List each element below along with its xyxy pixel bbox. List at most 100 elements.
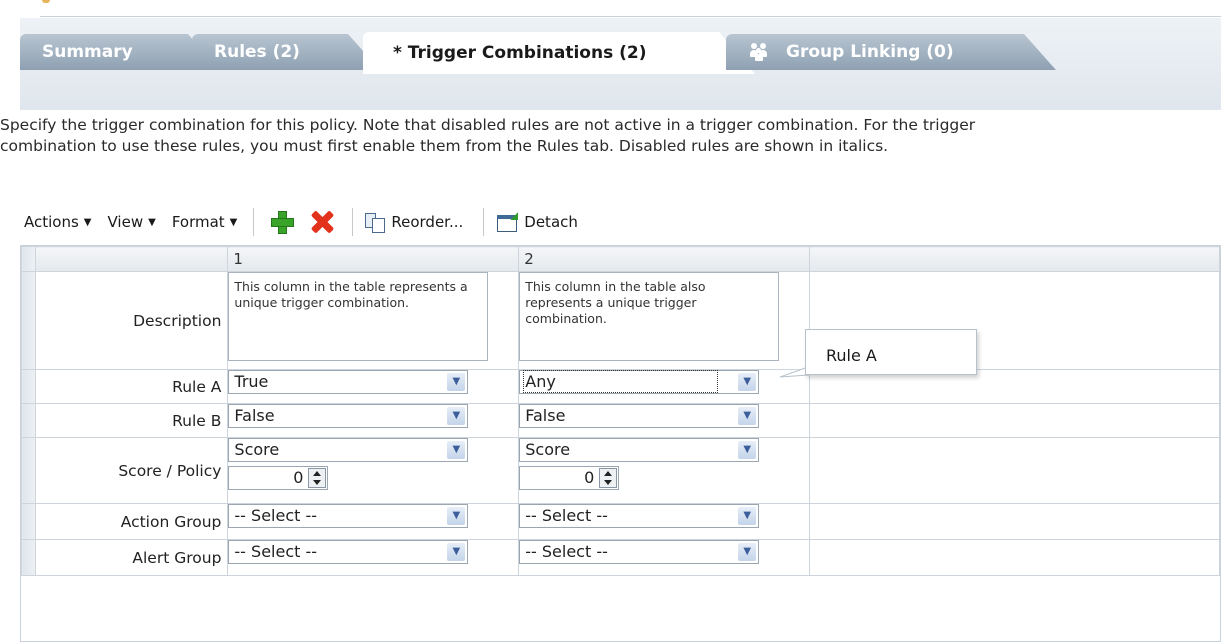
tooltip-text: Rule A bbox=[826, 346, 877, 365]
cell-rule-b-1: False ▼ bbox=[227, 403, 520, 438]
score-stepper-1[interactable]: 0 bbox=[228, 466, 329, 490]
delete-icon[interactable] bbox=[310, 210, 334, 234]
instructions: Specify the trigger combination for this… bbox=[0, 115, 1221, 157]
chevron-down-icon: ▼ bbox=[447, 407, 466, 425]
toolbar-separator bbox=[352, 208, 354, 236]
table-row-alert-group: Alert Group -- Select -- ▼ -- Select -- … bbox=[21, 539, 1220, 576]
trigger-combinations-table: 1 2 Description This column in the table… bbox=[20, 245, 1221, 642]
cell-alert-group-1: -- Select -- ▼ bbox=[227, 539, 520, 576]
view-menu[interactable]: View ▼ bbox=[108, 213, 156, 231]
chevron-down-icon: ▼ bbox=[447, 543, 466, 561]
toolbar-separator bbox=[253, 208, 255, 236]
cell-score-2: Score ▼ 0 bbox=[518, 437, 811, 504]
chevron-down-icon: ▼ bbox=[447, 373, 466, 391]
chevron-down-icon: ▼ bbox=[738, 543, 757, 561]
tab-trigger-combinations[interactable]: * Trigger Combinations (2) bbox=[363, 32, 755, 74]
alert-group-select-2[interactable]: -- Select -- ▼ bbox=[519, 540, 760, 564]
description-field-1[interactable]: This column in the table represents a un… bbox=[228, 272, 489, 361]
row-label-score-policy: Score / Policy bbox=[34, 437, 229, 504]
cell-rule-b-2: False ▼ bbox=[518, 403, 811, 438]
table-row-rule-b: Rule B False ▼ False ▼ bbox=[21, 403, 1220, 438]
table-toolbar: Actions ▼ View ▼ Format ▼ Reorder... Det… bbox=[24, 201, 784, 243]
score-stepper-1-value: 0 bbox=[293, 468, 304, 487]
actions-menu[interactable]: Actions ▼ bbox=[24, 213, 92, 231]
cell-action-group-1: -- Select -- ▼ bbox=[227, 503, 520, 540]
detach-button[interactable]: Detach bbox=[496, 212, 578, 232]
add-icon[interactable] bbox=[270, 210, 295, 234]
actions-menu-label: Actions bbox=[24, 213, 79, 231]
chevron-down-icon: ▼ bbox=[738, 441, 757, 459]
alert-group-select-2-value: -- Select -- bbox=[525, 542, 608, 561]
row-selector[interactable] bbox=[21, 403, 36, 438]
view-menu-label: View bbox=[107, 213, 144, 231]
description-field-2[interactable]: This column in the table also represents… bbox=[519, 272, 780, 361]
rule-a-select-2[interactable]: Any ▼ bbox=[519, 370, 760, 394]
decrement-icon[interactable] bbox=[313, 480, 322, 485]
row-label-rule-a: Rule A bbox=[34, 369, 229, 404]
action-group-select-2-value: -- Select -- bbox=[525, 506, 608, 525]
action-group-select-1-value: -- Select -- bbox=[234, 506, 318, 525]
row-selector[interactable] bbox=[21, 271, 36, 370]
instructions-line-2: combination to use these rules, you must… bbox=[0, 137, 889, 155]
header-row: 1 2 bbox=[21, 246, 1220, 272]
chevron-down-icon: ▼ bbox=[447, 507, 466, 525]
tab-summary[interactable]: Summary bbox=[20, 34, 220, 70]
caret-down-icon: ▼ bbox=[148, 216, 156, 228]
cell-rule-a-1: True ▼ bbox=[227, 369, 520, 404]
score-policy-select-1-value: Score bbox=[234, 440, 280, 459]
row-selector[interactable] bbox=[21, 369, 36, 404]
action-group-select-2[interactable]: -- Select -- ▼ bbox=[519, 504, 760, 528]
score-stepper-2[interactable]: 0 bbox=[519, 466, 620, 490]
alert-group-select-1[interactable]: -- Select -- ▼ bbox=[228, 540, 469, 564]
instructions-line-1: Specify the trigger combination for this… bbox=[0, 116, 976, 134]
row-label-rule-b: Rule B bbox=[34, 403, 229, 438]
action-group-select-1[interactable]: -- Select -- ▼ bbox=[228, 504, 469, 528]
rule-a-select-2-value: Any bbox=[523, 370, 718, 393]
rule-a-select-1[interactable]: True ▼ bbox=[228, 370, 469, 394]
tab-group-linking[interactable]: Group Linking (0) bbox=[726, 34, 1056, 70]
cell-rule-a-2: Any ▼ bbox=[518, 369, 811, 404]
row-selector[interactable] bbox=[21, 437, 36, 504]
row-selector[interactable] bbox=[21, 503, 36, 540]
cell-empty bbox=[809, 437, 1220, 504]
format-menu-label: Format bbox=[171, 213, 225, 231]
increment-icon[interactable] bbox=[604, 471, 613, 476]
tab-rules[interactable]: Rules (2) bbox=[192, 34, 380, 70]
top-strip bbox=[0, 0, 1221, 18]
rule-b-select-1[interactable]: False ▼ bbox=[228, 404, 469, 428]
score-policy-select-2[interactable]: Score ▼ bbox=[519, 438, 760, 462]
combinations-grid: 1 2 Description This column in the table… bbox=[21, 246, 1220, 576]
tab-bar: Summary Rules (2) * Trigger Combinations… bbox=[20, 18, 1221, 110]
chevron-down-icon: ▼ bbox=[738, 507, 757, 525]
alert-group-select-1-value: -- Select -- bbox=[234, 542, 318, 561]
chevron-down-icon: ▼ bbox=[738, 373, 757, 391]
increment-icon[interactable] bbox=[313, 471, 322, 476]
top-divider bbox=[40, 16, 1221, 17]
caret-down-icon: ▼ bbox=[229, 216, 238, 228]
reorder-button[interactable]: Reorder... bbox=[365, 212, 464, 233]
cell-description-1: This column in the table represents a un… bbox=[227, 271, 520, 370]
reorder-label: Reorder... bbox=[391, 213, 464, 231]
table-row-action-group: Action Group -- Select -- ▼ -- Select --… bbox=[21, 503, 1220, 540]
row-selector[interactable] bbox=[21, 539, 36, 576]
decrement-icon[interactable] bbox=[604, 480, 613, 485]
stepper-buttons[interactable] bbox=[308, 468, 327, 488]
row-selector-header bbox=[21, 246, 36, 272]
chevron-down-icon: ▼ bbox=[447, 441, 466, 459]
tab-rules-label: Rules (2) bbox=[214, 42, 300, 62]
rule-b-select-2-value: False bbox=[525, 406, 566, 425]
row-label-description: Description bbox=[34, 271, 229, 370]
caret-down-icon: ▼ bbox=[83, 216, 92, 228]
format-menu[interactable]: Format ▼ bbox=[172, 213, 238, 231]
column-header-2[interactable]: 2 bbox=[518, 246, 811, 272]
row-label-action-group: Action Group bbox=[34, 503, 229, 540]
score-policy-select-1[interactable]: Score ▼ bbox=[228, 438, 469, 462]
cell-alert-group-2: -- Select -- ▼ bbox=[518, 539, 811, 576]
rule-b-select-2[interactable]: False ▼ bbox=[519, 404, 760, 428]
cell-description-2: This column in the table also represents… bbox=[518, 271, 811, 370]
tab-summary-label: Summary bbox=[42, 42, 133, 62]
column-header-1[interactable]: 1 bbox=[227, 246, 520, 272]
tab-trigger-combinations-label: * Trigger Combinations (2) bbox=[393, 43, 647, 63]
cell-empty bbox=[809, 403, 1220, 438]
stepper-buttons[interactable] bbox=[599, 468, 618, 488]
